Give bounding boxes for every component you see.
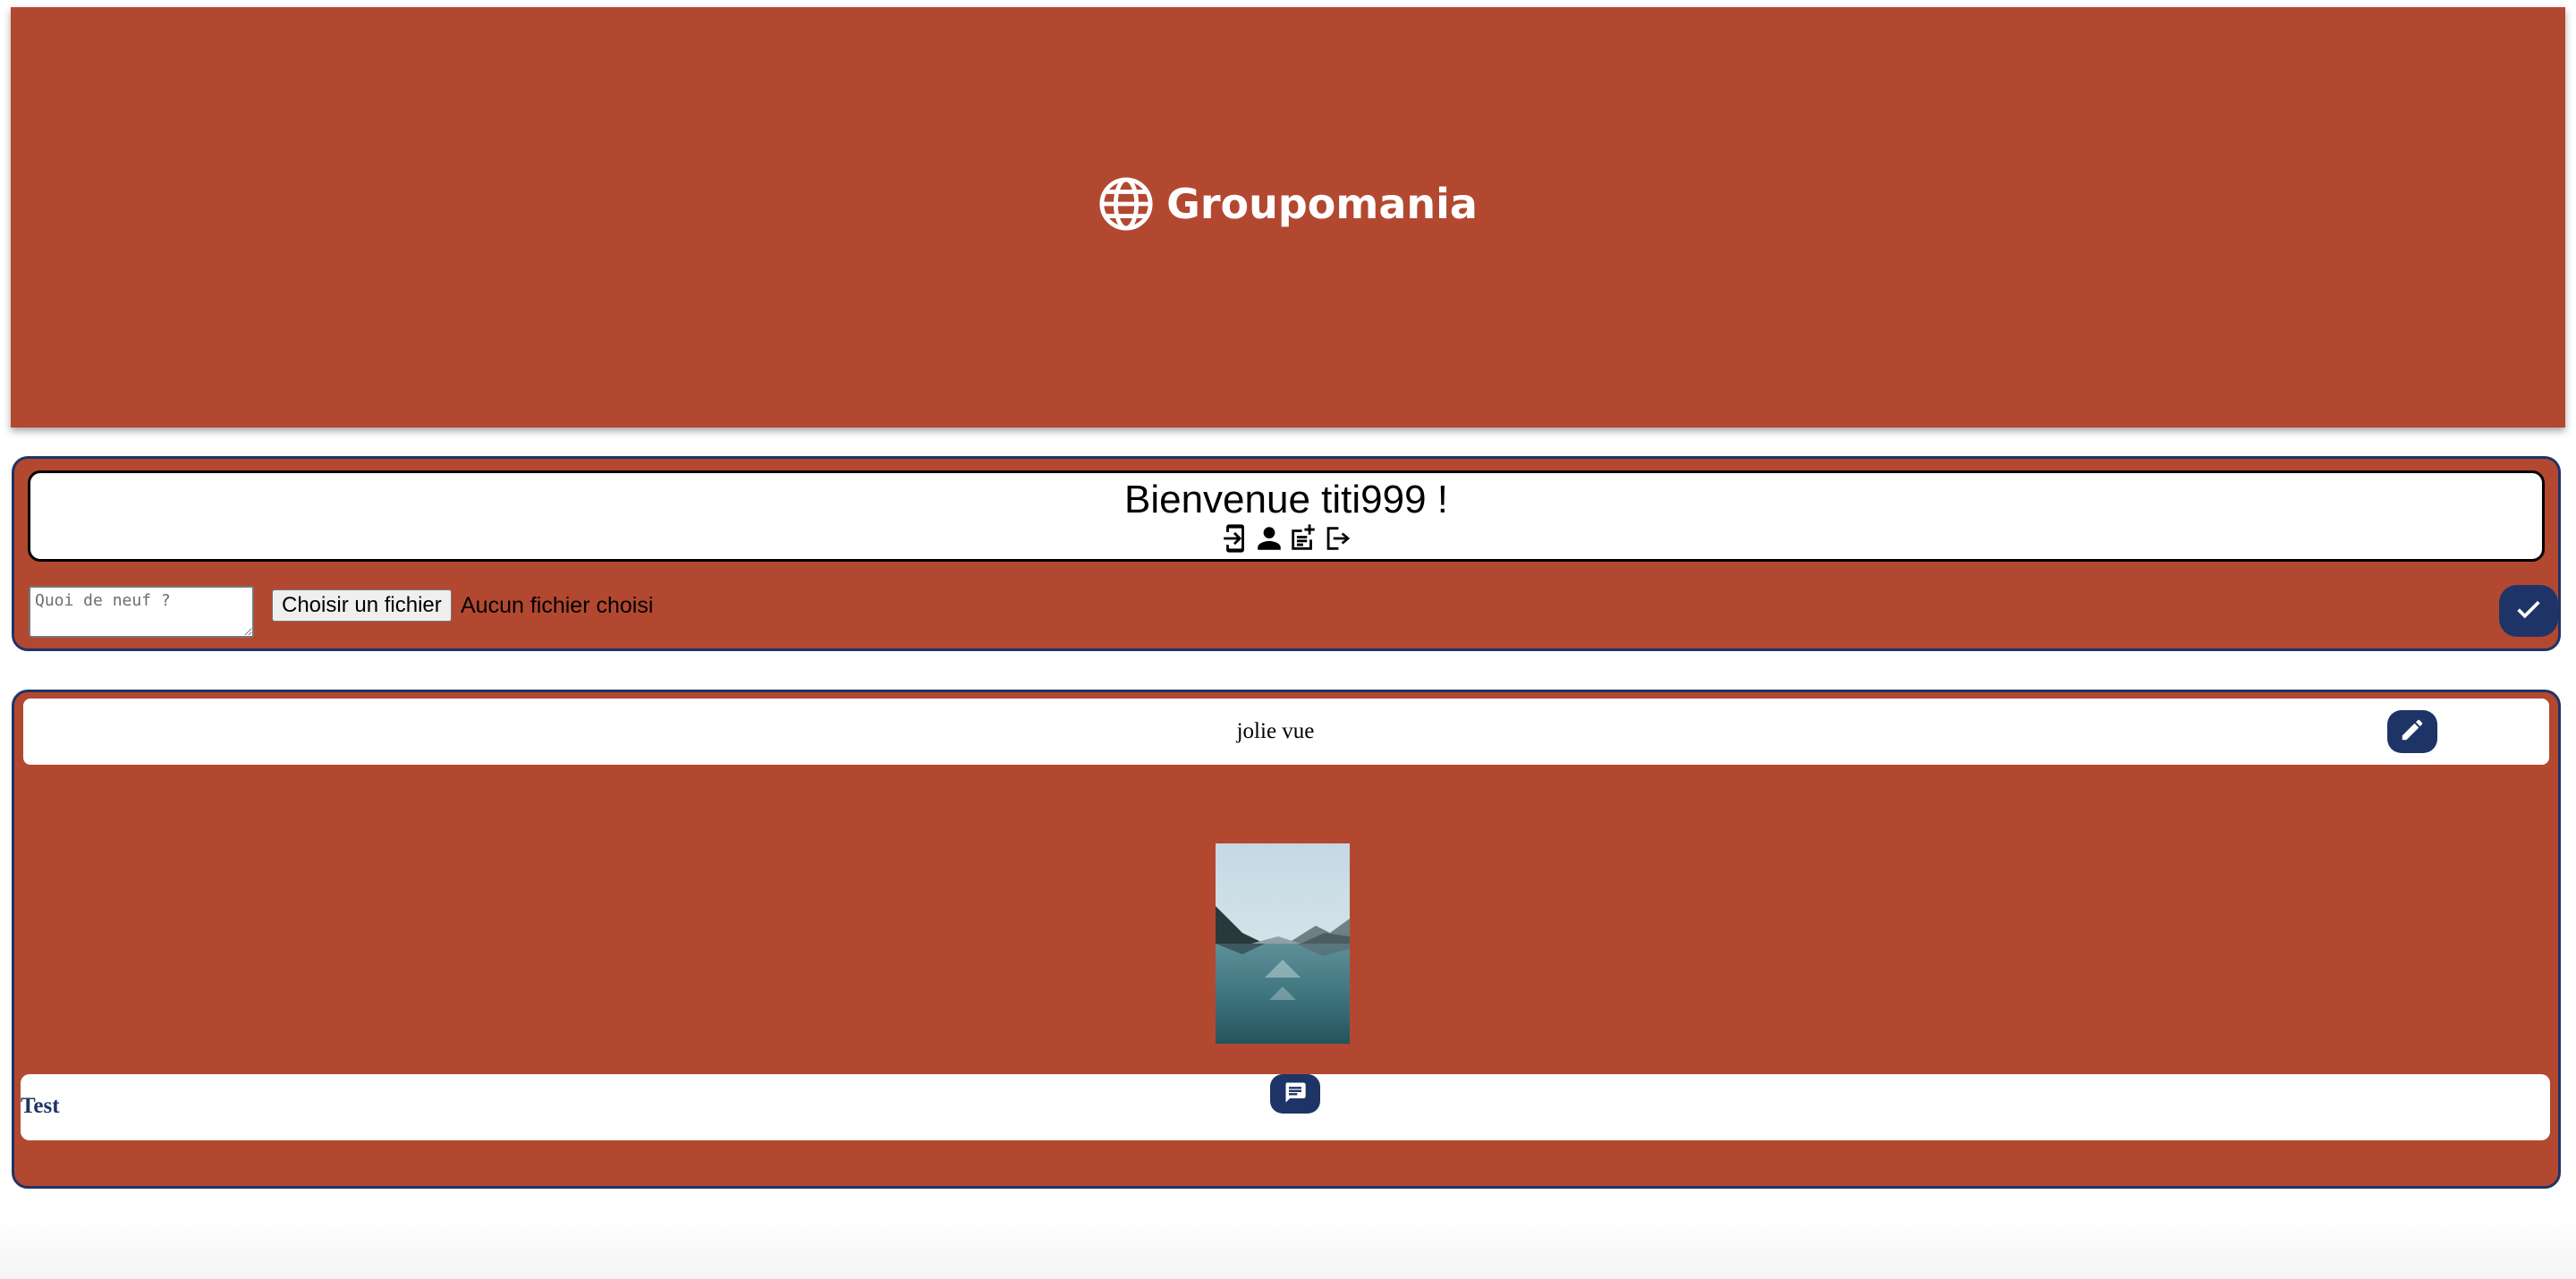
phone-link-icon[interactable] — [1220, 523, 1250, 554]
post-header: jolie vue — [23, 699, 2549, 765]
page-footer-fade — [0, 1216, 2576, 1279]
new-post-icon[interactable] — [1288, 523, 1318, 554]
comment-icon — [1283, 1080, 1308, 1109]
pencil-icon — [2399, 716, 2426, 748]
comment-button[interactable] — [1270, 1074, 1320, 1114]
welcome-title: Bienvenue titi999 ! — [1123, 478, 1449, 521]
brand-logo[interactable]: Groupomania — [1098, 176, 1478, 232]
post-text-input[interactable] — [29, 586, 254, 638]
site-header: Groupomania — [11, 7, 2565, 428]
globe-icon — [1098, 176, 1154, 232]
submit-post-button[interactable] — [2499, 585, 2558, 637]
user-nav — [30, 523, 2542, 554]
user-icon[interactable] — [1254, 523, 1284, 554]
composer-panel: Bienvenue titi999 ! Choisir un fichier A… — [12, 456, 2561, 651]
check-icon — [2513, 594, 2544, 629]
post-card: jolie vue Test — [12, 690, 2561, 1189]
brand-name: Groupomania — [1166, 180, 1478, 228]
file-status: Aucun fichier choisi — [461, 593, 654, 618]
comment-bar: Test — [21, 1074, 2550, 1140]
comment-author[interactable]: Test — [21, 1094, 60, 1119]
edit-post-button[interactable] — [2387, 710, 2437, 753]
logout-icon[interactable] — [1322, 523, 1352, 554]
welcome-box: Bienvenue titi999 ! — [28, 470, 2545, 562]
choose-file-button[interactable]: Choisir un fichier — [272, 589, 452, 622]
post-image[interactable] — [1216, 843, 1350, 1044]
post-text: jolie vue — [1236, 719, 1315, 743]
